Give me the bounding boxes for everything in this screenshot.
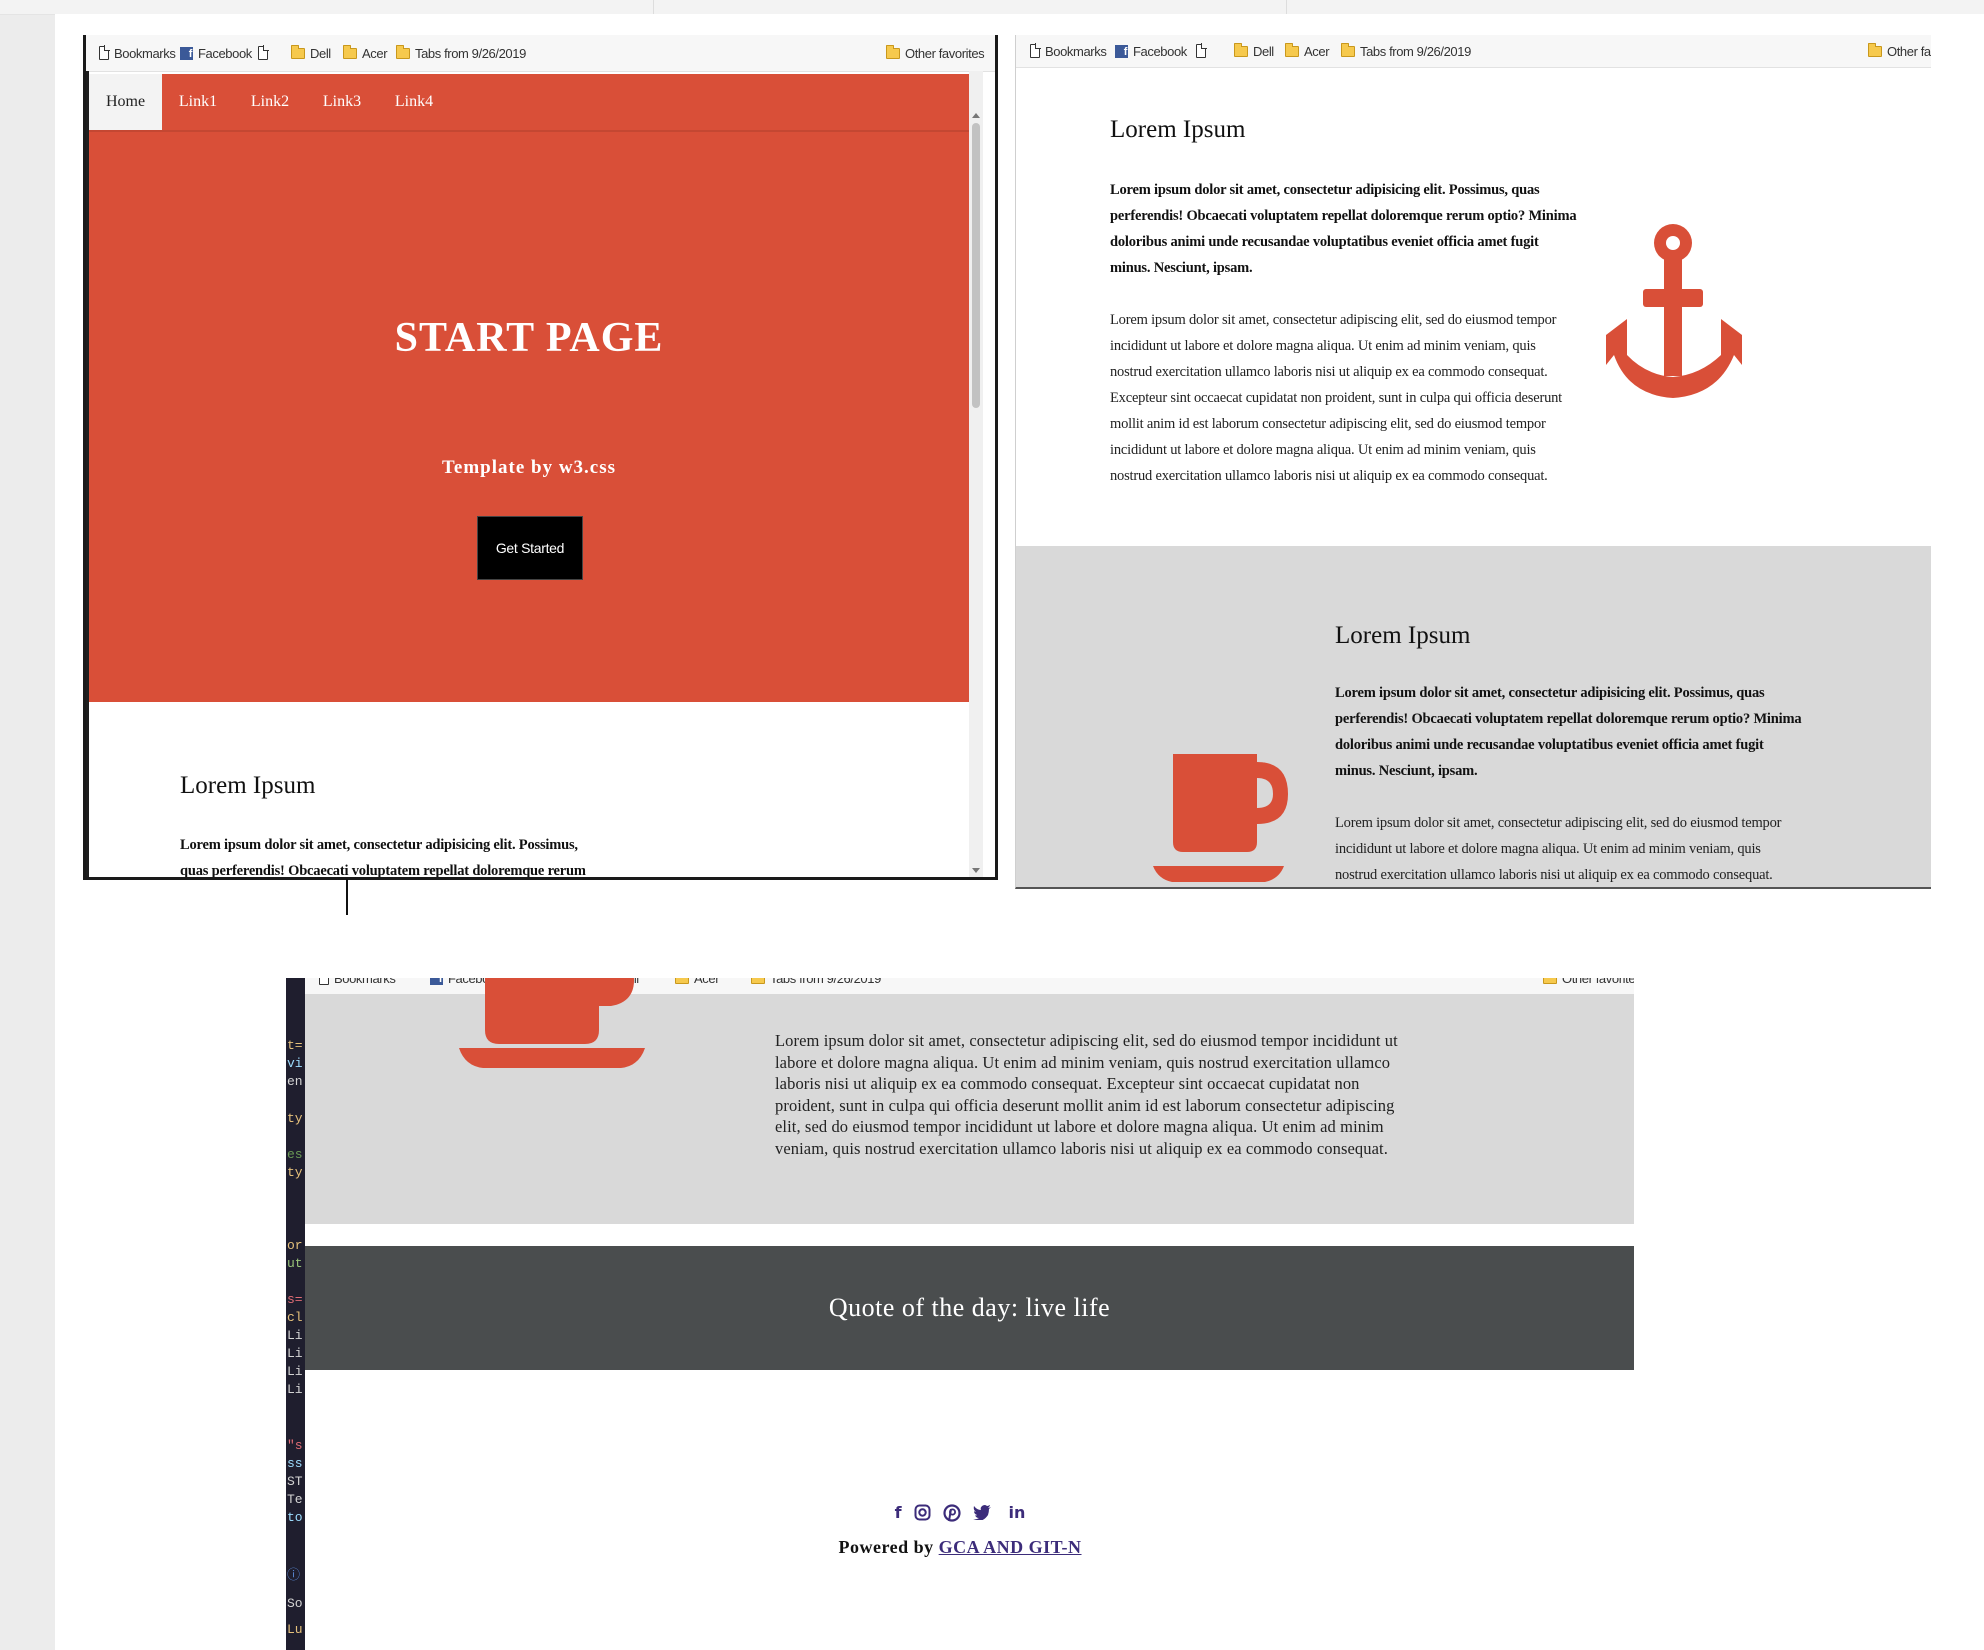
bookmark-facebook[interactable]: f Facebook — [1115, 35, 1187, 67]
folder-icon — [1543, 978, 1557, 984]
bookmark-tabs[interactable]: Tabs from 9/26/2019 — [1341, 35, 1471, 67]
twitter-icon[interactable] — [972, 1505, 991, 1520]
anchor-icon — [1606, 224, 1742, 398]
bookmark-facebook[interactable]: f Facebook — [180, 35, 252, 71]
folder-icon — [1234, 42, 1248, 57]
instagram-icon[interactable] — [914, 1504, 931, 1521]
bookmark-acer[interactable]: Acer — [1285, 35, 1330, 67]
pinterest-icon[interactable] — [942, 1503, 961, 1522]
scrollbar-thumb[interactable] — [972, 123, 980, 408]
bookmarks-bar: Bookmarks fFacebook Dell Acer Tabs from … — [86, 35, 995, 72]
coffee-icon — [1153, 754, 1288, 882]
white-section: Lorem Ipsum Lorem ipsum dolor sit amet, … — [1016, 68, 1931, 581]
scroll-down-arrow-icon[interactable] — [972, 868, 980, 873]
grey-section: Lorem ipsum dolor sit amet, consectetur … — [305, 978, 1634, 1224]
page-icon — [99, 45, 110, 60]
folder-icon — [675, 978, 689, 984]
bookmarks-bar: Bookmarks fFacebook Dell Acer Tabs from … — [1016, 35, 1931, 68]
bookmark-tabs[interactable]: Tabs from 9/26/2019 — [751, 978, 881, 994]
section-heading: Lorem Ipsum — [1110, 116, 1246, 143]
scrollbar[interactable] — [969, 71, 983, 877]
facebook-icon: f — [180, 46, 193, 60]
page-icon — [258, 45, 269, 60]
text-cursor — [346, 879, 348, 915]
nav-link4[interactable]: Link4 — [378, 74, 450, 130]
footer-credit: Powered by GCA AND GIT-N — [286, 1537, 1634, 1558]
powered-by-label: Powered by — [838, 1537, 934, 1557]
hero-subtitle: Template by w3.css — [441, 457, 617, 478]
section-heading: Lorem Ipsum — [180, 772, 316, 799]
grey-section: Lorem Ipsum Lorem ipsum dolor sit amet, … — [1016, 546, 1931, 887]
scroll-up-arrow-icon[interactable] — [972, 113, 980, 118]
section-paragraph: Lorem ipsum dolor sit amet, consectetur … — [1335, 815, 1782, 883]
section-paragraph: Lorem ipsum dolor sit amet, consectetur … — [775, 1031, 1398, 1158]
page-icon — [1030, 43, 1041, 58]
top-navigation: Home Link1 Link2 Link3 Link4 — [89, 74, 969, 132]
bookmark-acer[interactable]: Acer — [675, 978, 720, 994]
folder-icon — [1341, 42, 1355, 57]
folder-icon — [396, 44, 410, 59]
tab-divider — [653, 0, 654, 14]
facebook-icon: f — [1115, 44, 1128, 58]
section-bold-paragraph: Lorem ipsum dolor sit amet, consectetur … — [1110, 182, 1577, 276]
bookmark-page[interactable] — [1196, 35, 1207, 67]
section-bold-paragraph: Lorem ipsum dolor sit amet, consectetur … — [1335, 685, 1802, 779]
folder-icon — [291, 44, 305, 59]
bookmark-bookmarks[interactable]: Bookmarks — [1030, 35, 1107, 67]
bookmark-bookmarks[interactable]: Bookmarks — [319, 978, 396, 994]
linkedin-icon[interactable]: in — [1009, 1503, 1026, 1522]
folder-icon — [886, 44, 900, 59]
quote-of-the-day: Quote of the day: live life — [828, 1293, 1111, 1322]
page-icon — [1196, 43, 1207, 58]
section-heading: Lorem Ipsum — [1335, 622, 1471, 649]
nav-link2[interactable]: Link2 — [234, 74, 306, 130]
folder-icon — [343, 44, 357, 59]
browser-top-strip — [0, 0, 1984, 15]
screenshot-content-section: Bookmarks f Facebook Dell Acer Tabs from … — [1015, 35, 1931, 889]
hero-section: START PAGE Template by w3.css Get Starte… — [89, 132, 969, 702]
bookmark-other-favorites[interactable]: Other favorites — [1543, 978, 1634, 994]
bookmark-acer[interactable]: Acer — [343, 35, 388, 71]
social-links: f in — [286, 1503, 1634, 1522]
bookmark-dell[interactable]: Dell — [291, 35, 331, 71]
get-started-button[interactable]: Get Started — [477, 516, 583, 580]
footer-link[interactable]: GCA AND GIT-N — [939, 1537, 1082, 1557]
bookmark-tabs[interactable]: Tabs from 9/26/2019 — [396, 35, 526, 71]
nav-home[interactable]: Home — [89, 74, 162, 130]
nav-link3[interactable]: Link3 — [306, 74, 378, 130]
bookmark-dell[interactable]: Dell — [1234, 35, 1274, 67]
bookmark-page[interactable] — [258, 35, 269, 71]
quote-bar: Quote of the day: live life — [305, 1246, 1634, 1370]
nav-link1[interactable]: Link1 — [162, 74, 234, 130]
section-paragraph: Lorem ipsum dolor sit amet, consectetur … — [1110, 312, 1563, 484]
screenshot-start-page: Bookmarks f Facebook Dell Acer Tabs from … — [83, 35, 998, 880]
hero-title: START PAGE — [394, 315, 664, 361]
bookmark-other-favorites[interactable]: Other fa — [1868, 35, 1931, 67]
section-bold-paragraph: Lorem ipsum dolor sit amet, consectetur … — [180, 837, 586, 879]
bookmark-other-favorites[interactable]: Other favorites — [886, 35, 985, 71]
coffee-icon — [459, 978, 645, 1068]
facebook-icon: f — [430, 978, 443, 985]
folder-icon — [1285, 42, 1299, 57]
screenshot-footer: t= vi en ty es ty or ut s= cl Li Li Li L… — [286, 978, 1634, 1650]
page-icon — [319, 978, 329, 985]
facebook-icon[interactable]: f — [895, 1503, 902, 1522]
bookmark-bookmarks[interactable]: Bookmarks — [99, 35, 176, 71]
folder-icon — [751, 978, 765, 984]
folder-icon — [1868, 42, 1882, 57]
tab-divider — [1286, 0, 1287, 14]
